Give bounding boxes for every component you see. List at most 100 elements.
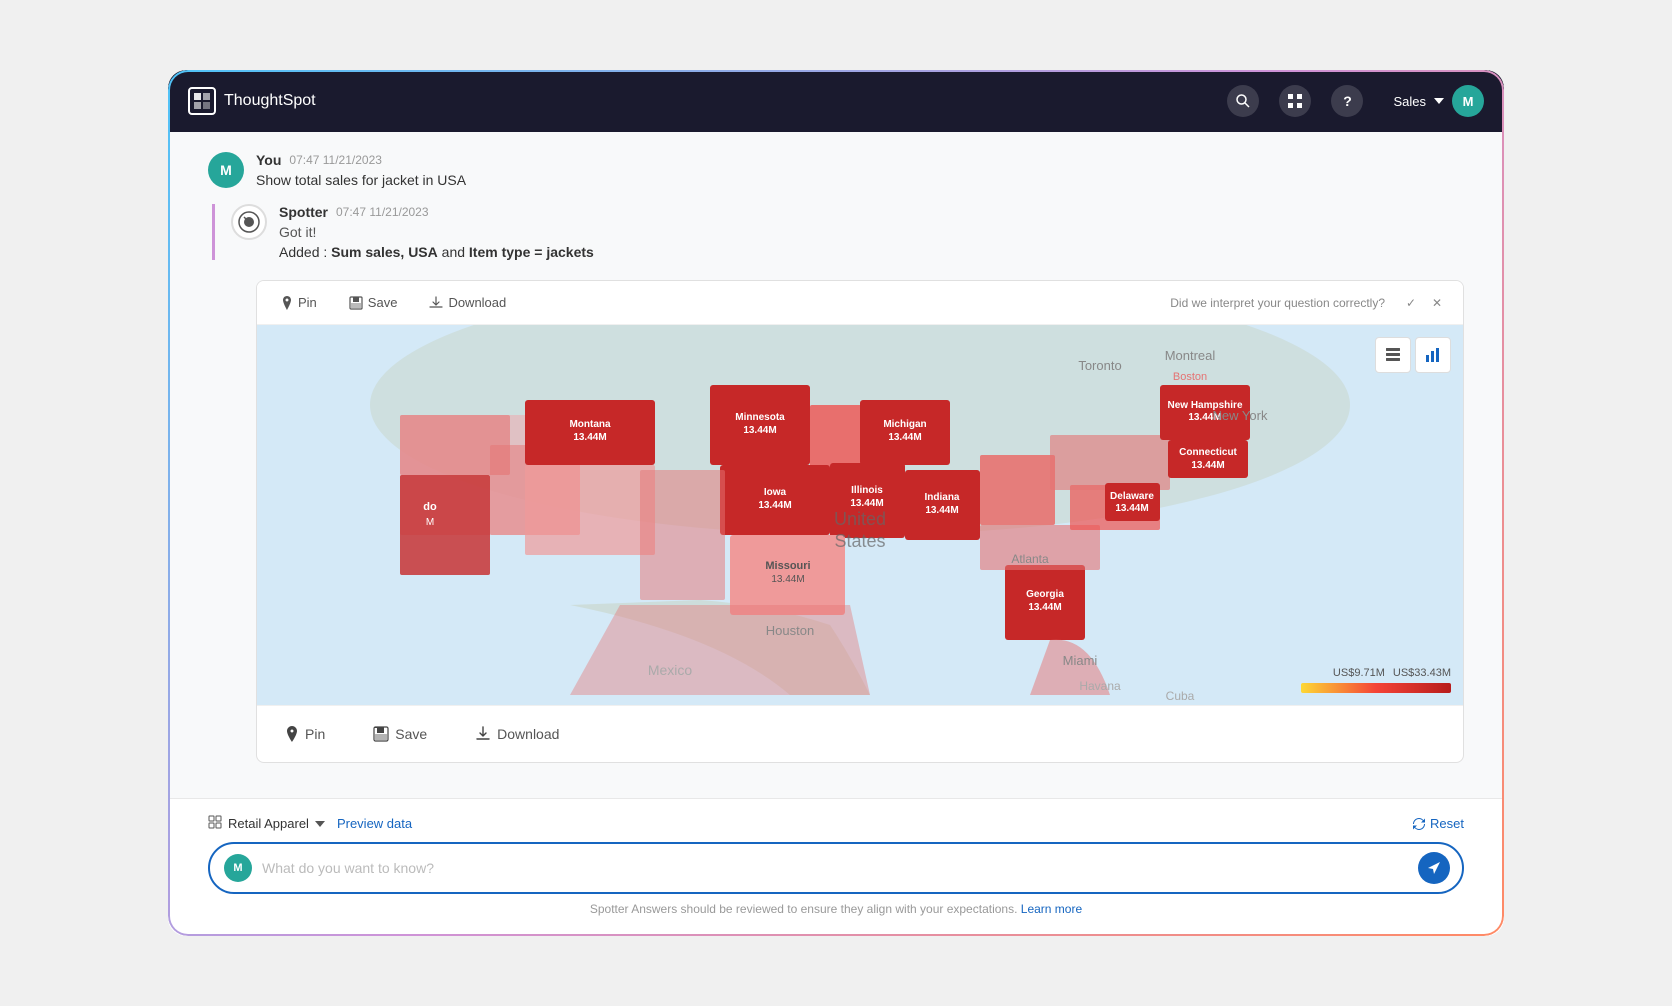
pin-action-icon xyxy=(285,726,299,742)
user-menu[interactable]: Sales M xyxy=(1393,85,1484,117)
svg-text:Connecticut: Connecticut xyxy=(1179,447,1237,458)
svg-text:Georgia: Georgia xyxy=(1026,589,1064,600)
download-action-button[interactable]: Download xyxy=(463,720,571,748)
map-toggle xyxy=(1375,337,1451,373)
download-button-top[interactable]: Download xyxy=(421,291,514,314)
svg-text:13.44M: 13.44M xyxy=(1191,460,1224,471)
svg-text:Montreal: Montreal xyxy=(1165,348,1216,363)
pin-icon xyxy=(281,296,293,310)
chart-view-button[interactable] xyxy=(1415,337,1451,373)
chat-container: M You 07:47 11/21/2023 Show total sales … xyxy=(168,132,1504,798)
input-avatar: M xyxy=(224,854,252,882)
datasource-row: Retail Apparel Preview data Reset xyxy=(208,815,1464,832)
table-icon xyxy=(1385,347,1401,363)
svg-text:13.44M: 13.44M xyxy=(1028,602,1061,613)
learn-more-link[interactable]: Learn more xyxy=(1021,902,1082,916)
grid-nav-button[interactable] xyxy=(1279,85,1311,117)
added-prefix: Added : xyxy=(279,244,331,260)
reset-button[interactable]: Reset xyxy=(1412,816,1464,831)
svg-text:Havana: Havana xyxy=(1079,679,1121,693)
svg-text:Montana: Montana xyxy=(569,419,611,430)
download-label-top: Download xyxy=(448,295,506,310)
pin-action-button[interactable]: Pin xyxy=(273,720,337,748)
bottom-area: Retail Apparel Preview data Reset xyxy=(168,798,1504,936)
chevron-down-icon xyxy=(1434,98,1444,104)
spotter-content: Spotter 07:47 11/21/2023 Got it! Added :… xyxy=(279,204,1464,260)
svg-text:Mexico: Mexico xyxy=(648,662,693,678)
search-nav-button[interactable] xyxy=(1227,85,1259,117)
disclaimer-message: Spotter Answers should be reviewed to en… xyxy=(590,902,1018,916)
added-text: Added : Sum sales, USA and Item type = j… xyxy=(279,244,1464,260)
item-type: Item type = jackets xyxy=(469,244,594,260)
download-action-label: Download xyxy=(497,726,559,742)
user-content: You 07:47 11/21/2023 Show total sales fo… xyxy=(256,152,466,188)
pin-button[interactable]: Pin xyxy=(273,291,325,314)
save-label-top: Save xyxy=(368,295,398,310)
svg-text:13.44M: 13.44M xyxy=(758,500,791,511)
svg-text:13.44M: 13.44M xyxy=(743,425,776,436)
top-nav: ThoughtSpot xyxy=(168,70,1504,132)
svg-text:Houston: Houston xyxy=(766,623,814,638)
user-sender-name: You xyxy=(256,152,281,168)
app-name: ThoughtSpot xyxy=(224,92,316,110)
save-action-icon xyxy=(373,726,389,742)
svg-text:Toronto: Toronto xyxy=(1078,358,1121,373)
grid-small-icon xyxy=(208,815,222,829)
svg-text:13.44M: 13.44M xyxy=(925,505,958,516)
save-icon-top xyxy=(349,296,363,310)
check-icon: ✓ xyxy=(1406,296,1416,310)
pin-label: Pin xyxy=(298,295,317,310)
table-view-button[interactable] xyxy=(1375,337,1411,373)
user-role: Sales xyxy=(1393,94,1426,109)
added-items: Sum sales, USA xyxy=(331,244,438,260)
reset-icon xyxy=(1412,817,1426,831)
user-message-text: Show total sales for jacket in USA xyxy=(256,172,466,188)
user-message-time: 07:47 11/21/2023 xyxy=(289,153,382,167)
legend-max: US$33.43M xyxy=(1393,667,1451,679)
svg-text:13.44M: 13.44M xyxy=(771,574,804,585)
main-content: M You 07:47 11/21/2023 Show total sales … xyxy=(168,132,1504,936)
svg-text:13.44M: 13.44M xyxy=(850,498,883,509)
svg-text:13.44M: 13.44M xyxy=(1115,503,1148,514)
send-button[interactable] xyxy=(1418,852,1450,884)
svg-text:New York: New York xyxy=(1213,408,1268,423)
spotter-message-header: Spotter 07:47 11/21/2023 xyxy=(279,204,1464,220)
chat-input[interactable] xyxy=(262,860,1408,876)
legend-gradient xyxy=(1301,683,1451,693)
svg-text:Minnesota: Minnesota xyxy=(735,412,785,423)
svg-text:Cuba: Cuba xyxy=(1166,689,1195,703)
chat-input-row: M xyxy=(208,842,1464,894)
datasource-icon xyxy=(208,815,222,832)
logo-area: ThoughtSpot xyxy=(188,87,316,115)
preview-data-link[interactable]: Preview data xyxy=(337,816,412,831)
help-nav-button[interactable]: ? xyxy=(1331,85,1363,117)
svg-text:Miami: Miami xyxy=(1063,653,1098,668)
user-avatar: M xyxy=(208,152,244,188)
legend-labels: US$9.71M US$33.43M xyxy=(1333,667,1451,679)
svg-text:Atlanta: Atlanta xyxy=(1011,552,1049,566)
map-svg: Montana 13.44M Minnesota 13.44M xyxy=(257,325,1463,705)
svg-text:13.44M: 13.44M xyxy=(888,432,921,443)
save-action-button[interactable]: Save xyxy=(361,720,439,748)
close-icon: ✕ xyxy=(1432,296,1442,310)
datasource-selector[interactable]: Retail Apparel xyxy=(208,815,325,832)
map-visualization: Montana 13.44M Minnesota 13.44M xyxy=(257,325,1463,705)
spotter-sender-name: Spotter xyxy=(279,204,328,220)
datasource-chevron-icon xyxy=(315,821,325,827)
spotter-avatar xyxy=(231,204,267,240)
svg-text:Boston: Boston xyxy=(1173,371,1207,383)
interpret-icons: ✓ ✕ xyxy=(1401,293,1447,313)
map-card: Pin Save xyxy=(256,280,1464,763)
and-text: and xyxy=(438,244,469,260)
datasource-name: Retail Apparel xyxy=(228,816,309,831)
nav-avatar[interactable]: M xyxy=(1452,85,1484,117)
interpret-close-button[interactable]: ✕ xyxy=(1427,293,1447,313)
save-button-top[interactable]: Save xyxy=(341,291,406,314)
svg-text:M: M xyxy=(426,517,434,528)
svg-text:Delaware: Delaware xyxy=(1110,491,1154,502)
legend-min: US$9.71M xyxy=(1333,667,1385,679)
spotter-message-time: 07:47 11/21/2023 xyxy=(336,205,429,219)
svg-text:do: do xyxy=(423,501,437,513)
logo-icon xyxy=(188,87,216,115)
interpret-check-button[interactable]: ✓ xyxy=(1401,293,1421,313)
